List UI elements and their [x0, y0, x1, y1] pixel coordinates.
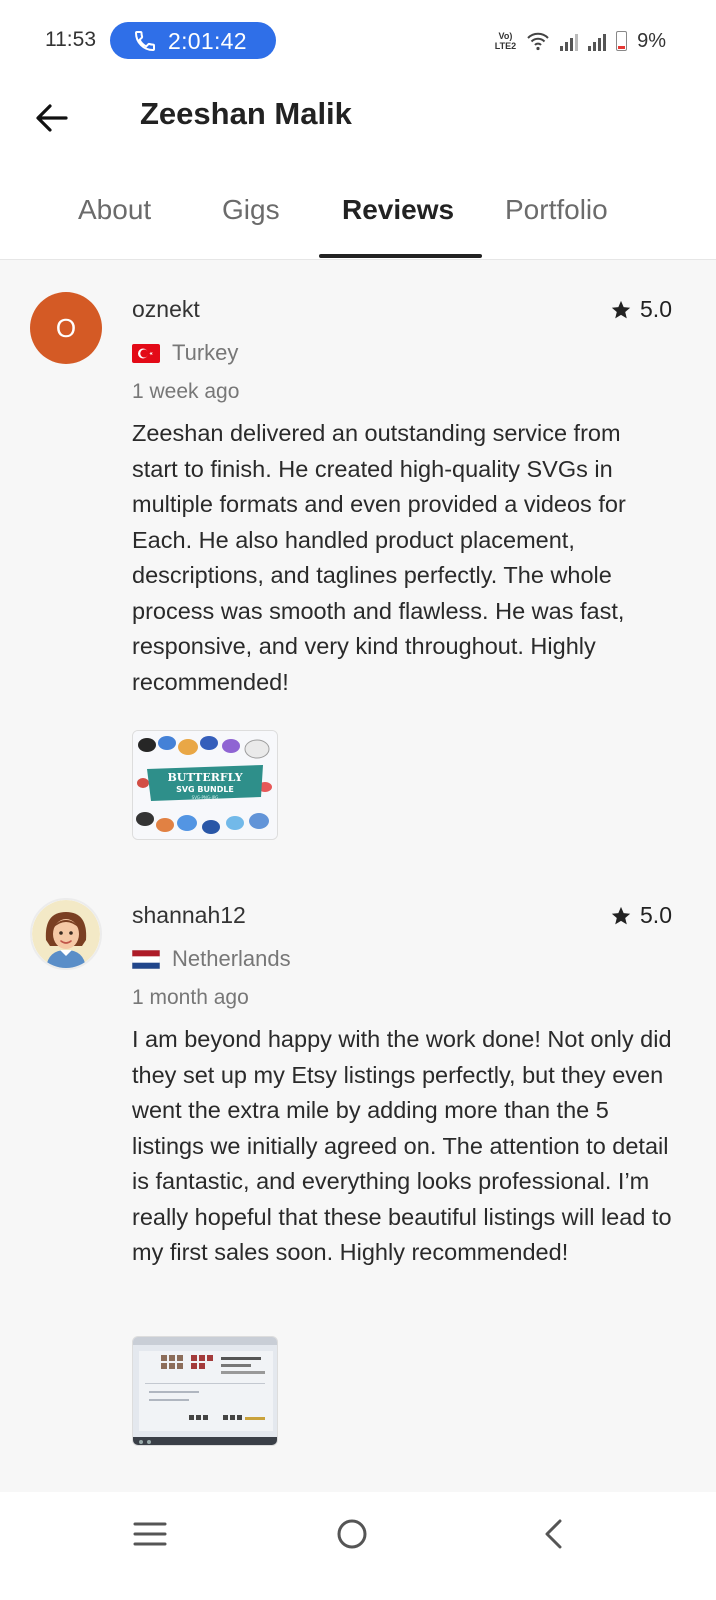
review-text: I am beyond happy with the work done! No…	[132, 1026, 672, 1265]
rating: 5.0	[610, 296, 672, 323]
tab-about[interactable]: About	[78, 194, 151, 226]
star-icon	[611, 300, 631, 318]
phone-icon	[134, 31, 155, 52]
avatar[interactable]: O	[30, 292, 102, 364]
thumb-title: BUTTERFLY	[167, 771, 242, 784]
ongoing-call-pill[interactable]: 2:01:42	[110, 22, 276, 59]
reviewer-name[interactable]: shannah12	[132, 902, 246, 929]
thumb-subtitle: SVG BUNDLE	[176, 785, 234, 794]
butterfly-bundle-image: BUTTERFLY SVG BUNDLE SVG-PNG-JPG	[133, 731, 277, 839]
volte-icon: Vo) LTE2	[494, 31, 517, 51]
country-name: Netherlands	[172, 946, 291, 971]
arrow-left-icon[interactable]	[34, 102, 70, 134]
profile-tabs: About Gigs Reviews Portfolio	[0, 180, 716, 260]
tab-portfolio[interactable]: Portfolio	[505, 194, 608, 226]
status-bar: 11:53 2:01:42 Vo) LTE2 9%	[0, 0, 716, 84]
signal-icon	[560, 31, 579, 51]
review-attachment-thumbnail[interactable]: BUTTERFLY SVG BUNDLE SVG-PNG-JPG	[132, 730, 278, 840]
review-text: Zeeshan delivered an outstanding service…	[132, 420, 626, 695]
tab-gigs[interactable]: Gigs	[222, 194, 280, 226]
tab-reviews[interactable]: Reviews	[342, 194, 454, 226]
system-navigation-bar	[0, 1492, 716, 1600]
menu-lines-icon[interactable]	[130, 1514, 170, 1554]
rating: 5.0	[610, 902, 672, 929]
wifi-icon	[527, 32, 549, 51]
page-title: Zeeshan Malik	[140, 96, 352, 131]
home-circle-icon[interactable]	[332, 1514, 372, 1554]
thumb-formats: SVG-PNG-JPG	[192, 795, 219, 800]
reviewer-name[interactable]: oznekt	[132, 296, 200, 323]
call-timer: 2:01:42	[168, 28, 247, 54]
signal-icon-2	[588, 31, 607, 51]
rating-value: 5.0	[640, 902, 672, 928]
chevron-left-icon[interactable]	[534, 1514, 574, 1554]
avatar[interactable]	[30, 898, 102, 970]
review-attachment-thumbnail[interactable]	[132, 1336, 278, 1446]
active-tab-indicator	[319, 254, 482, 258]
status-time: 11:53	[45, 28, 96, 51]
battery-icon	[616, 31, 628, 51]
netherlands-flag-icon	[132, 949, 160, 969]
review-time: 1 week ago	[132, 380, 240, 403]
star-icon	[611, 906, 631, 924]
woman-avatar-illustration	[32, 900, 100, 968]
battery-percent: 9%	[637, 29, 666, 52]
country-name: Turkey	[172, 340, 239, 365]
rating-value: 5.0	[640, 296, 672, 322]
etsy-listings-screenshot-image	[133, 1337, 277, 1445]
profile-header: Zeeshan Malik About Gigs Reviews Portfol…	[0, 84, 716, 260]
reviewer-country: Turkey	[132, 340, 238, 366]
reviewer-country: Netherlands	[132, 946, 291, 972]
review-time: 1 month ago	[132, 986, 249, 1009]
turkey-flag-icon	[132, 343, 160, 363]
status-icons: Vo) LTE2 9%	[495, 28, 666, 54]
